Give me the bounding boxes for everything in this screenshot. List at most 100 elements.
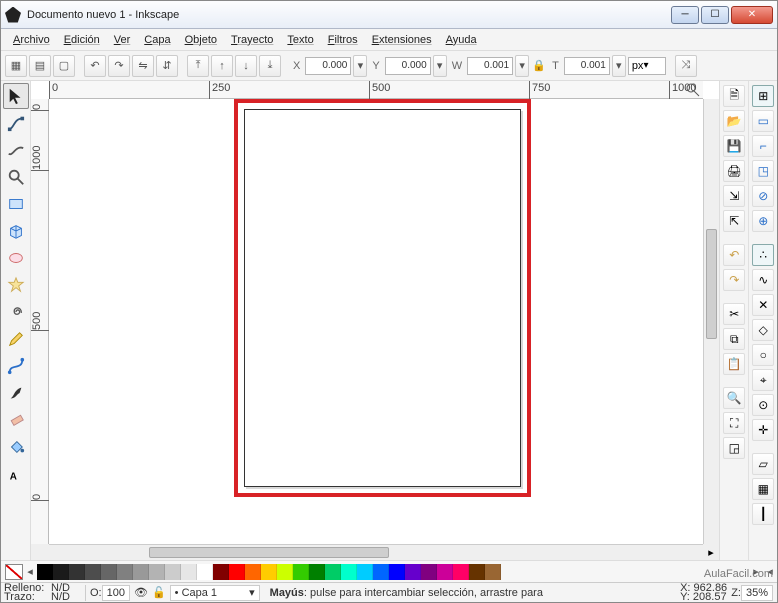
swatch[interactable] [229,564,245,580]
snap-toggle-icon[interactable]: ⊞ [752,85,774,107]
x-stepper[interactable]: ▾ [353,55,367,77]
import-icon[interactable]: ⇲ [723,185,745,207]
swatch[interactable] [437,564,453,580]
snap-corner-icon[interactable]: ◳ [752,160,774,182]
swatch[interactable] [421,564,437,580]
swatch[interactable] [453,564,469,580]
horizontal-ruler[interactable]: 0 250 500 750 1000 [49,81,703,99]
swatch[interactable] [213,564,229,580]
menu-text[interactable]: Texto [281,32,319,48]
bezier-tool[interactable] [3,353,29,379]
unit-select[interactable]: px ▾ [628,57,666,75]
swatch[interactable] [245,564,261,580]
eraser-tool[interactable] [3,407,29,433]
lock-layer-icon[interactable]: 🔓 [148,586,170,599]
pencil-tool[interactable] [3,326,29,352]
zoom-fit-icon[interactable]: 🔍 [723,387,745,409]
box3d-tool[interactable] [3,218,29,244]
tweak-tool[interactable] [3,137,29,163]
lower-bottom-button[interactable]: ⤓ [259,55,281,77]
swatch[interactable] [261,564,277,580]
w-stepper[interactable]: ▾ [515,55,529,77]
menu-filters[interactable]: Filtros [322,32,364,48]
calligraphy-tool[interactable] [3,380,29,406]
swatch[interactable] [341,564,357,580]
text-tool[interactable]: A [3,461,29,487]
zoom-icon[interactable] [685,82,701,98]
star-tool[interactable] [3,272,29,298]
swatch[interactable] [53,564,69,580]
rotate-ccw-button[interactable]: ↶ [84,55,106,77]
swatch[interactable] [325,564,341,580]
w-input[interactable] [467,57,513,75]
raise-button[interactable]: ↑ [211,55,233,77]
snap-line-mid-icon[interactable]: ⌖ [752,369,774,391]
swatch[interactable] [85,564,101,580]
cut-icon[interactable]: ✂ [723,303,745,325]
minimize-button[interactable]: ─ [671,6,699,24]
bucket-tool[interactable] [3,434,29,460]
deselect-button[interactable]: ▢ [53,55,75,77]
swatch[interactable] [357,564,373,580]
swatch[interactable] [309,564,325,580]
swatch[interactable] [197,564,213,580]
x-input[interactable] [305,57,351,75]
select-all-button[interactable]: ▦ [5,55,27,77]
canvas[interactable] [49,99,703,544]
menu-path[interactable]: Trayecto [225,32,279,48]
t-stepper[interactable]: ▾ [612,55,626,77]
stroke-value[interactable]: N/D [51,593,81,602]
palette-prev[interactable]: ◂ [23,565,37,578]
swatch[interactable] [469,564,485,580]
snap-page-icon[interactable]: ▱ [752,453,774,475]
rectangle-tool[interactable] [3,191,29,217]
zoom-drawing-icon[interactable]: ◲ [723,437,745,459]
rotate-cw-button[interactable]: ↷ [108,55,130,77]
t-input[interactable] [564,57,610,75]
quick-zoom-button[interactable]: ▸ [703,544,719,560]
copy-icon[interactable]: ⧉ [723,328,745,350]
affect-move-button[interactable]: ⤨ [675,55,697,77]
ellipse-tool[interactable] [3,245,29,271]
menu-help[interactable]: Ayuda [440,32,483,48]
snap-object-center-icon[interactable]: ⊙ [752,394,774,416]
snap-cusp-icon[interactable]: ◇ [752,319,774,341]
open-icon[interactable]: 📂 [723,110,745,132]
zoom-tool[interactable] [3,164,29,190]
snap-center-icon[interactable]: ⊕ [752,210,774,232]
no-fill-swatch[interactable] [5,564,23,580]
raise-top-button[interactable]: ⤒ [187,55,209,77]
swatch[interactable] [181,564,197,580]
lower-button[interactable]: ↓ [235,55,257,77]
save-icon[interactable]: 💾 [723,135,745,157]
swatch[interactable] [37,564,53,580]
zoom-page-icon[interactable]: ⛶ [723,412,745,434]
y-input[interactable] [385,57,431,75]
swatch[interactable] [405,564,421,580]
new-doc-icon[interactable]: 🗎 [723,85,745,107]
snap-edge-icon[interactable]: ⌐ [752,135,774,157]
swatch[interactable] [69,564,85,580]
swatch[interactable] [293,564,309,580]
paste-icon[interactable]: 📋 [723,353,745,375]
selector-tool[interactable] [3,83,29,109]
maximize-button[interactable]: ☐ [701,6,729,24]
node-tool[interactable] [3,110,29,136]
swatch[interactable] [149,564,165,580]
snap-midpoint-icon[interactable]: ⊘ [752,185,774,207]
snap-path-icon[interactable]: ∿ [752,269,774,291]
swatch[interactable] [277,564,293,580]
close-button[interactable]: ✕ [731,6,773,24]
undo-icon[interactable]: ↶ [723,244,745,266]
menu-extensions[interactable]: Extensiones [366,32,438,48]
flip-v-button[interactable]: ⇵ [156,55,178,77]
v-scroll-thumb[interactable] [706,229,717,339]
opacity-input[interactable]: 100 [102,585,130,601]
snap-bbox-icon[interactable]: ▭ [752,110,774,132]
redo-icon[interactable]: ↷ [723,269,745,291]
horizontal-scrollbar[interactable] [49,544,703,560]
h-scroll-thumb[interactable] [149,547,389,558]
spiral-tool[interactable] [3,299,29,325]
menu-file[interactable]: Archivo [7,32,56,48]
snap-rotation-icon[interactable]: ✛ [752,419,774,441]
